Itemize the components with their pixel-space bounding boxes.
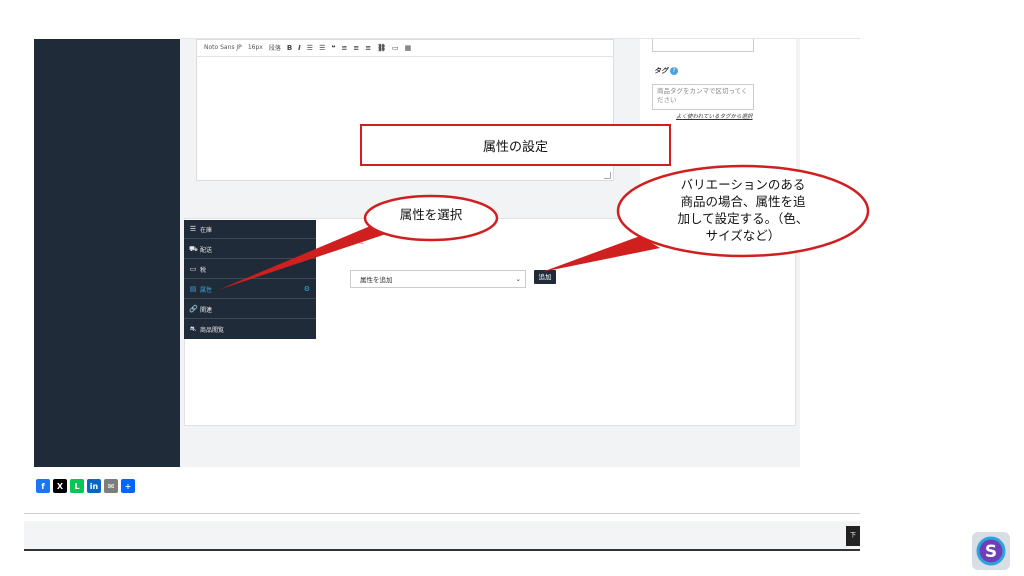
callout-line: 加して設定する。（色、 (677, 211, 809, 226)
select-attribute-callout: 属性を選択 (399, 207, 463, 222)
email-icon[interactable]: ✉ (104, 479, 118, 493)
bubble1-pointer (218, 224, 392, 290)
facebook-icon[interactable]: f (36, 479, 50, 493)
linkedin-icon[interactable]: in (87, 479, 101, 493)
variation-callout: バリエーションのある 商品の場合、属性を追 加して設定する。（色、 サイズなど） (628, 176, 858, 244)
footer-bar (24, 521, 860, 551)
share-plus-icon[interactable]: + (121, 479, 135, 493)
annotation-layer (218, 164, 870, 290)
callout-line: サイズなど） (705, 228, 781, 243)
line-icon[interactable]: L (70, 479, 84, 493)
share-buttons: f X L in ✉ + (36, 479, 135, 493)
footer-divider (24, 513, 860, 514)
callout-line: 商品の場合、属性を追 (680, 194, 806, 209)
logo-graphic: S (976, 536, 1006, 566)
svg-text:S: S (985, 542, 997, 562)
callout-line: バリエーションのある (680, 177, 806, 192)
site-logo: S (972, 532, 1010, 570)
attribute-settings-callout: 属性の設定 (360, 124, 671, 166)
footer-button[interactable]: 下 (846, 526, 860, 546)
x-icon[interactable]: X (53, 479, 67, 493)
